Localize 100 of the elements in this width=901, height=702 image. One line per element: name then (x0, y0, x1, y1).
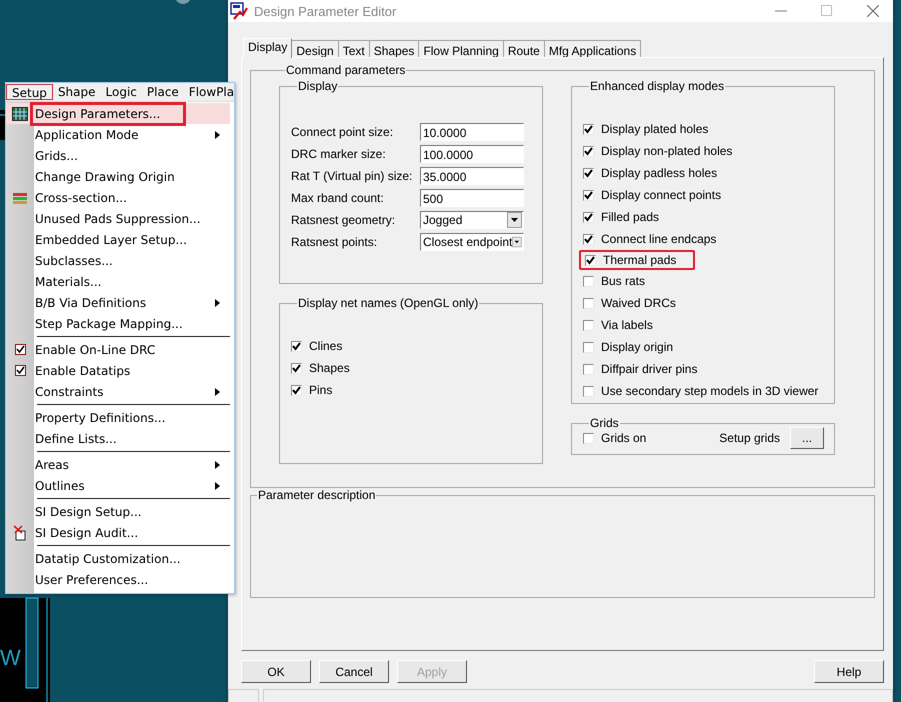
menu-item[interactable]: Datatip Customization... (6, 548, 230, 569)
tab[interactable]: Display (243, 38, 292, 58)
field-label: Rat T (Virtual pin) size: (291, 169, 414, 183)
setup-grids-label: Setup grids (719, 431, 780, 445)
checkbox[interactable] (583, 234, 594, 244)
checkbox[interactable] (583, 364, 594, 374)
menu-item[interactable]: Areas (6, 454, 230, 475)
menu-bar-item[interactable]: FlowPla (184, 84, 234, 100)
menu-item[interactable]: Unused Pads Suppression... (6, 208, 230, 229)
group-title: Parameter description (257, 488, 376, 502)
menu-item[interactable]: Define Lists... (6, 428, 230, 449)
menu-item[interactable]: Cross-section... (6, 187, 230, 208)
checkbox[interactable] (583, 320, 594, 330)
checkbox-label: Connect line endcaps (601, 232, 716, 246)
checkbox[interactable] (585, 254, 596, 266)
tab[interactable]: Flow Planning (418, 40, 504, 57)
menu-item[interactable]: Change Drawing Origin (6, 166, 230, 187)
input-field[interactable]: 10.0000 (420, 123, 524, 141)
dropdown[interactable]: Jogged (420, 211, 524, 229)
canvas-label: W (0, 646, 21, 670)
checkbox-label: Clines (309, 339, 342, 353)
input-field[interactable]: 100.0000 (420, 145, 524, 163)
checkbox[interactable] (583, 298, 594, 308)
checkbox-label: Waived DRCs (601, 296, 676, 310)
group-title: Command parameters (285, 63, 406, 77)
menu-bar-item[interactable]: Shape (52, 84, 101, 100)
menu-item[interactable]: Step Package Mapping... (6, 313, 230, 334)
checkbox-label: Display padless holes (601, 166, 718, 180)
group-title: Display net names (OpenGL only) (297, 296, 480, 310)
dropdown[interactable]: Closest endpoint (420, 233, 524, 251)
checkbox-label: Display origin (601, 340, 674, 354)
field-label: Max rband count: (291, 191, 385, 205)
checkbox[interactable] (583, 276, 594, 286)
checkbox-label: Use secondary step models in 3D viewer (601, 384, 818, 398)
submenu-arrow-icon (215, 388, 220, 396)
menu-item[interactable]: User Preferences... (6, 569, 230, 590)
tab[interactable]: Mfg Applications (544, 40, 642, 57)
checkbox-label: Display connect points (601, 188, 722, 202)
menu-item[interactable]: Application Mode (6, 124, 230, 145)
field-label: Ratsnest geometry: (291, 213, 396, 227)
submenu-arrow-icon (215, 298, 220, 306)
document-icon (13, 524, 27, 540)
checkbox[interactable] (291, 384, 302, 396)
window-title: Design Parameter Editor (254, 4, 396, 18)
dialog-button[interactable]: Help (814, 660, 884, 683)
checkbox-label: Filled pads (601, 210, 660, 224)
dialog-button[interactable]: OK (241, 660, 311, 683)
checkbox[interactable] (291, 340, 302, 352)
checkbox[interactable] (583, 432, 594, 444)
menu-item[interactable]: Enable Datatips (6, 360, 230, 381)
input-field[interactable]: 35.0000 (420, 167, 524, 185)
submenu-arrow-icon (215, 130, 220, 138)
field-label: DRC marker size: (291, 147, 387, 161)
checkbox-label: Diffpair driver pins (601, 362, 698, 376)
menu-item[interactable]: Constraints (6, 381, 230, 402)
setup-grids-button[interactable]: ... (790, 427, 824, 449)
tab[interactable]: Shapes (368, 40, 420, 57)
menu-bar-item[interactable]: Place (142, 84, 184, 100)
status-bar-panel (228, 689, 259, 702)
checkbox[interactable] (583, 386, 594, 396)
submenu-arrow-icon (215, 482, 220, 490)
menu-item[interactable]: Enable On-Line DRC (6, 339, 230, 360)
checkbox-label: Bus rats (601, 274, 646, 288)
checkbox[interactable] (583, 190, 594, 200)
tab[interactable]: Text (338, 40, 370, 57)
menu-item[interactable]: Embedded Layer Setup... (6, 229, 230, 250)
close-icon[interactable] (867, 5, 879, 17)
tab[interactable]: Design (291, 40, 339, 57)
menu-bar-item[interactable]: Setup (6, 84, 53, 100)
menu-item[interactable]: Property Definitions... (6, 407, 230, 428)
checkbox-label: Pins (309, 383, 332, 397)
checkbox[interactable] (583, 212, 594, 222)
checkbox-label: Shapes (309, 361, 350, 375)
menu-item[interactable]: Design Parameters... (6, 103, 230, 124)
menu-item[interactable]: Subclasses... (6, 250, 230, 271)
submenu-arrow-icon (215, 460, 220, 468)
menu-item[interactable]: Outlines (6, 475, 230, 496)
checkbox[interactable] (291, 362, 302, 374)
menu-item[interactable]: SI Design Setup... (6, 501, 230, 522)
checkbox-label: Grids on (601, 431, 646, 445)
menu-item[interactable]: B/B Via Definitions (6, 292, 230, 313)
menu-item[interactable]: Grids... (6, 145, 230, 166)
tab[interactable]: Route (502, 40, 545, 57)
checkbox[interactable] (583, 168, 594, 178)
menu-item[interactable]: Materials... (6, 271, 230, 292)
group-title: Enhanced display modes (589, 79, 726, 93)
checkbox[interactable] (583, 342, 594, 352)
menu-bar-item[interactable]: Logic (100, 84, 142, 100)
checkbox[interactable] (583, 146, 594, 156)
checkbox-label: Display non-plated holes (601, 144, 732, 158)
checkbox[interactable] (583, 124, 594, 134)
checkbox-label: Via labels (601, 318, 653, 332)
layers-icon (12, 190, 28, 204)
grid-icon (12, 106, 28, 120)
input-field[interactable]: 500 (420, 189, 524, 207)
group-title: Grids (589, 416, 620, 430)
dialog-button[interactable]: Cancel (319, 660, 389, 683)
checkbox-label: Display plated holes (601, 122, 708, 136)
menu-item[interactable]: SI Design Audit... (6, 522, 230, 543)
checkbox-label: Thermal pads (603, 253, 676, 267)
